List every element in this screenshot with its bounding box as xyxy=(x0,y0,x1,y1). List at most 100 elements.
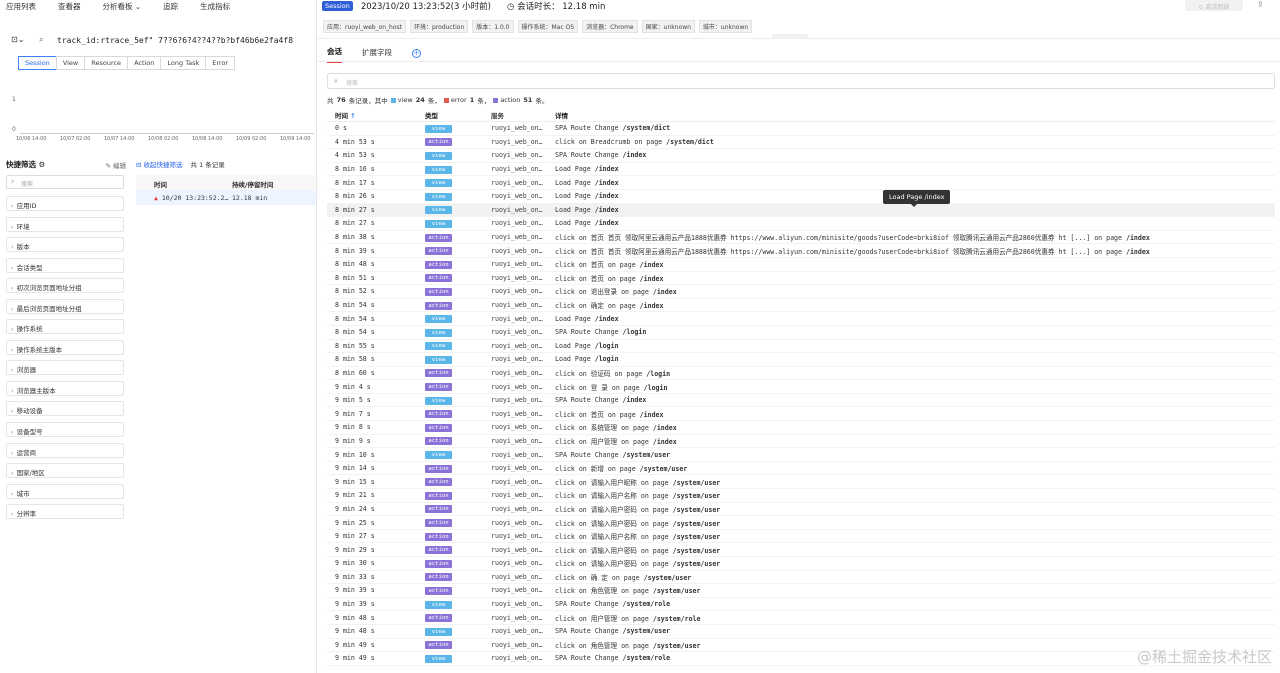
tab-session[interactable]: Session xyxy=(18,56,57,70)
table-row[interactable]: 8 min 38 s action ruoyi_web_on… click on 首页… xyxy=(327,231,1275,245)
type-badge: action xyxy=(425,464,452,473)
filter-item[interactable]: › 最后浏览页面地址分组 xyxy=(6,298,124,314)
table-row[interactable]: 9 min 25 s action ruoyi_web_on… click on 请输… xyxy=(327,516,1275,530)
table-row[interactable]: 8 min 54 s action ruoyi_web_on… click on 确定… xyxy=(327,299,1275,313)
filter-item[interactable]: › 应用ID xyxy=(6,196,124,211)
filter-item[interactable]: › 浏览器 xyxy=(6,360,124,376)
filter-item[interactable]: › 操作系统主版本 xyxy=(6,339,124,355)
row-service: ruoyi_web_on… xyxy=(491,572,543,581)
col-time[interactable]: 时间 ↑ xyxy=(327,110,425,121)
filter-item-label: 最后浏览页面地址分组 xyxy=(16,304,82,313)
filter-item[interactable]: › 浏览器主版本 xyxy=(6,380,124,396)
table-row[interactable]: 9 min 27 s action ruoyi_web_on… click on 请输… xyxy=(327,530,1275,544)
row-page-path: /index xyxy=(594,205,619,214)
filter-item[interactable]: › 设备型号 xyxy=(6,422,124,438)
filter-item[interactable]: › 移动设备 xyxy=(6,401,124,417)
table-row[interactable]: 9 min 15 s action ruoyi_web_on… click on 请输… xyxy=(327,475,1275,490)
chevron-right-icon: › xyxy=(11,407,14,416)
table-row[interactable]: 8 min 55 s view ruoyi_web_on… Load Page /lo… xyxy=(327,340,1275,354)
table-row[interactable]: 8 min 48 s action ruoyi_web_on… click on 首页… xyxy=(327,258,1275,272)
table-row[interactable]: ▲ 10/20 13:23:52.2… 12.18 min xyxy=(136,190,316,205)
filter-item[interactable]: › 运营商 xyxy=(6,442,124,458)
table-row[interactable]: 8 min 54 s view ruoyi_web_on… Load Page /in… xyxy=(327,312,1275,326)
filter-search-input[interactable]: ⌕ 搜索 xyxy=(6,175,124,189)
table-row[interactable]: 9 min 29 s action ruoyi_web_on… click on 请输… xyxy=(327,543,1275,557)
table-row[interactable]: 9 min 33 s action ruoyi_web_on… click on 确 … xyxy=(327,571,1275,585)
add-tab-icon[interactable]: + xyxy=(412,48,421,58)
filter-item[interactable]: › 分辨率 xyxy=(6,504,124,520)
table-row[interactable]: 8 min 51 s action ruoyi_web_on… click on 首页… xyxy=(327,272,1275,286)
row-detail: SPA Route Change /index xyxy=(555,396,1275,404)
table-row[interactable]: 9 min 14 s action ruoyi_web_on… click on 新增… xyxy=(327,462,1275,476)
settings-icon[interactable]: ⚙ xyxy=(39,160,46,169)
collapse-filter-button[interactable]: ⊟ 收起快捷筛选 xyxy=(136,159,183,169)
tab-error[interactable]: Error xyxy=(205,56,236,70)
nav-explorer[interactable]: 查看器 xyxy=(58,1,81,12)
table-row[interactable]: 9 min 48 s action ruoyi_web_on… click on 用户… xyxy=(327,611,1275,625)
table-row[interactable]: 9 min 10 s view ruoyi_web_on… SPA Route Cha… xyxy=(327,448,1275,462)
col-time[interactable]: 时间 xyxy=(136,179,232,190)
filter-item[interactable]: › 国家/地区 xyxy=(6,463,124,479)
table-row[interactable]: 9 min 8 s action ruoyi_web_on… click on 系统管… xyxy=(327,421,1275,435)
filter-item[interactable]: › 版本 xyxy=(6,237,124,253)
table-row[interactable]: 9 min 21 s action ruoyi_web_on… click on 请输… xyxy=(327,489,1275,503)
row-detail-text: click on 首页 on page xyxy=(555,261,636,270)
table-row[interactable]: 9 min 30 s action ruoyi_web_on… click on 请输… xyxy=(327,557,1275,571)
query-bar[interactable]: ⊡⌄ ⌕ track_id:rtrace_5ef" 7??6?6?4??4??b… xyxy=(9,34,309,46)
sort-icon[interactable]: ↑ xyxy=(350,112,355,120)
tab-action[interactable]: Action xyxy=(127,56,162,70)
table-row[interactable]: 9 min 24 s action ruoyi_web_on… click on 请输… xyxy=(327,503,1275,517)
edit-filters-button[interactable]: ✎ 编辑 xyxy=(105,160,126,170)
table-row[interactable]: 8 min 27 s view ruoyi_web_on… Load Page /in… xyxy=(327,203,1275,218)
filter-item[interactable]: › 会话类型 xyxy=(6,257,124,273)
share-icon[interactable]: ⇪ xyxy=(1257,0,1264,9)
tab-view[interactable]: View xyxy=(55,56,86,70)
tab-extended-fields[interactable]: 扩展字段 xyxy=(362,47,392,62)
nav-metrics[interactable]: 生成指标 xyxy=(200,1,230,12)
filter-item[interactable]: › 初次浏览页面地址分组 xyxy=(6,278,124,294)
attribute-tag: 环境：production xyxy=(410,20,469,33)
table-row[interactable]: 8 min 27 s view ruoyi_web_on… Load Page /in… xyxy=(327,217,1275,231)
table-row[interactable]: 8 min 16 s view ruoyi_web_on… Load Page /in… xyxy=(327,163,1275,177)
filter-item[interactable]: › 城市 xyxy=(6,483,124,499)
row-detail: click on 系统管理 on page /index xyxy=(555,422,1275,432)
table-row[interactable]: 0 s view ruoyi_web_on… SPA Route Change /sy… xyxy=(327,122,1275,136)
table-row[interactable]: 4 min 53 s action ruoyi_web_on… click on Br… xyxy=(327,136,1275,150)
table-row[interactable]: 9 min 48 s view ruoyi_web_on… SPA Route Cha… xyxy=(327,625,1275,639)
row-page-path: /system/user xyxy=(672,560,721,569)
filter-item[interactable]: › 操作系统 xyxy=(6,319,124,335)
table-row[interactable]: 8 min 60 s action ruoyi_web_on… click on 验证… xyxy=(327,367,1275,381)
tab-long-task[interactable]: Long Task xyxy=(160,56,207,70)
table-row[interactable]: 9 min 9 s action ruoyi_web_on… click on 用户管… xyxy=(327,435,1275,449)
table-row[interactable]: 4 min 53 s view ruoyi_web_on… SPA Route Cha… xyxy=(327,149,1275,163)
table-row[interactable]: 9 min 4 s action ruoyi_web_on… click on 登 录… xyxy=(327,380,1275,394)
session-replay-button[interactable]: ⊙ 会话回放 xyxy=(1185,0,1243,11)
table-row[interactable]: 9 min 5 s view ruoyi_web_on… SPA Route Chan… xyxy=(327,394,1275,408)
datasource-icon[interactable]: ⊡⌄ xyxy=(11,35,24,44)
filter-item[interactable]: › 环境 xyxy=(6,216,124,232)
event-search-input[interactable]: ⌕ 搜索 xyxy=(327,73,1275,89)
table-row[interactable]: 8 min 17 s view ruoyi_web_on… Load Page /in… xyxy=(327,176,1275,190)
table-row[interactable]: 9 min 39 s view ruoyi_web_on… SPA Route Cha… xyxy=(327,598,1275,612)
table-row[interactable]: 8 min 39 s action ruoyi_web_on… click on 首页… xyxy=(327,244,1275,258)
tab-resource[interactable]: Resource xyxy=(84,56,129,70)
table-row[interactable]: 9 min 39 s action ruoyi_web_on… click on 角色… xyxy=(327,584,1275,598)
nav-dashboard[interactable]: 分析看板 ⌄ xyxy=(103,1,142,12)
table-row[interactable]: 8 min 54 s view ruoyi_web_on… SPA Route Cha… xyxy=(327,326,1275,340)
nav-trace[interactable]: 追踪 xyxy=(163,1,178,12)
table-row[interactable]: 9 min 49 s action ruoyi_web_on… click on 角色… xyxy=(327,639,1275,653)
col-duration[interactable]: 持续/停留时间 xyxy=(232,179,273,190)
table-row[interactable]: 9 min 49 s view ruoyi_web_on… SPA Route Cha… xyxy=(327,652,1275,666)
chevron-right-icon: › xyxy=(11,202,14,210)
table-row[interactable]: 9 min 7 s action ruoyi_web_on… click on 首页 … xyxy=(327,407,1275,422)
nav-app-list[interactable]: 应用列表 xyxy=(6,1,36,12)
resize-handle[interactable] xyxy=(772,34,808,39)
table-row[interactable]: 8 min 52 s action ruoyi_web_on… click on 退出… xyxy=(327,285,1275,299)
row-service: ruoyi_web_on… xyxy=(491,314,543,323)
query-text[interactable]: track_id:rtrace_5ef" 7??6?6?4??4??b?bf46… xyxy=(57,36,293,45)
row-time: 4 min 53 s xyxy=(335,151,375,160)
row-detail: click on 用户管理 on page /index xyxy=(555,436,1275,446)
table-row[interactable]: 8 min 58 s view ruoyi_web_on… Load Page /lo… xyxy=(327,353,1275,367)
table-row[interactable]: 8 min 26 s view ruoyi_web_on… Load Page /in… xyxy=(327,190,1275,204)
row-service: ruoyi_web_on… xyxy=(491,586,543,595)
